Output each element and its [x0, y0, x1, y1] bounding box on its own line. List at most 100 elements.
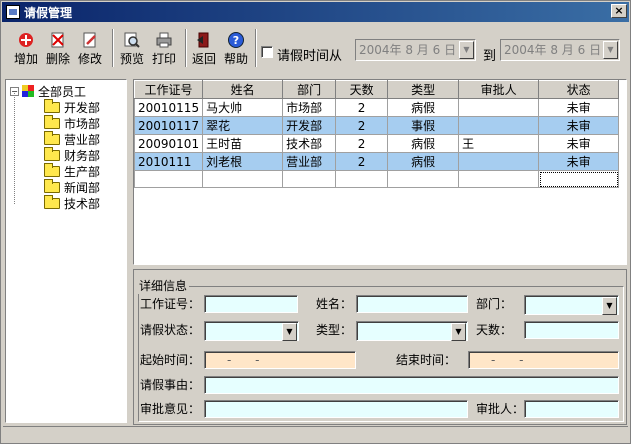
help-button[interactable]: ? 帮助: [221, 29, 251, 69]
tree-item-dev[interactable]: 开发部: [44, 98, 100, 115]
leave-time-filter-checkbox[interactable]: [261, 46, 273, 58]
tree-item-news[interactable]: 新闻部: [44, 178, 100, 195]
table-cell[interactable]: 病假: [387, 152, 460, 171]
table-cell[interactable]: 马大帅: [202, 98, 284, 117]
opinion-field[interactable]: [204, 400, 468, 418]
department-tree[interactable]: − 全部员工 开发部 市场部 营业部 财务部 生产部 新闻部 技术部: [5, 79, 127, 423]
table-row[interactable]: 20010117 翠花 开发部 2 事假 未审: [134, 116, 620, 135]
table-cell[interactable]: 技术部: [282, 134, 337, 153]
table-cell[interactable]: 2010111: [134, 152, 204, 171]
table-cell[interactable]: [387, 170, 460, 188]
tree-item-market[interactable]: 市场部: [44, 114, 101, 131]
table-cell[interactable]: [458, 116, 540, 135]
table-cell[interactable]: 开发部: [282, 116, 337, 135]
edit-button[interactable]: 修改: [75, 29, 105, 69]
table-cell[interactable]: [134, 170, 204, 188]
window-title: 请假管理: [24, 5, 73, 20]
table-cell[interactable]: 病假: [387, 134, 460, 153]
chevron-down-icon[interactable]: ▼: [459, 41, 474, 59]
tree-item-tech[interactable]: 技术部: [44, 194, 100, 211]
delete-icon: [51, 32, 64, 48]
preview-button[interactable]: 预览: [117, 29, 147, 69]
table-cell[interactable]: 20090101: [134, 134, 204, 153]
column-header[interactable]: 工作证号: [134, 80, 204, 99]
date-to-picker[interactable]: 2004年 8 月 6 日 ▼: [500, 39, 620, 61]
id-label: 工作证号：: [140, 297, 201, 311]
toolbar: 增加 删除 修改 预览 打印 返回 ? 帮助 请假时间从 2004年 8 月 6…: [5, 25, 627, 71]
tree-item-sales[interactable]: 营业部: [44, 130, 100, 147]
table-cell[interactable]: 未审: [538, 98, 620, 117]
table-cell[interactable]: 事假: [387, 116, 460, 135]
chevron-down-icon[interactable]: ▼: [451, 323, 466, 341]
table-cell[interactable]: 2: [335, 134, 389, 153]
print-button[interactable]: 打印: [149, 29, 179, 69]
chevron-down-icon[interactable]: ▼: [602, 297, 617, 315]
start-time-field[interactable]: - -: [204, 351, 356, 369]
folder-icon: [44, 114, 60, 129]
end-time-field[interactable]: - -: [468, 351, 619, 369]
type-select[interactable]: ▼: [356, 321, 468, 341]
print-label: 打印: [151, 52, 176, 66]
add-button[interactable]: 增加: [11, 29, 41, 69]
dept-select[interactable]: ▼: [524, 295, 619, 315]
table-row[interactable]: 2010111 刘老根 营业部 2 病假 未审: [134, 152, 620, 171]
column-header[interactable]: 类型: [387, 80, 460, 99]
column-header[interactable]: 天数: [335, 80, 389, 99]
table-cell[interactable]: 未审: [538, 152, 620, 171]
days-field[interactable]: [524, 321, 619, 339]
table-cell[interactable]: 20010115: [134, 98, 204, 117]
table-cell[interactable]: 2: [335, 116, 389, 135]
back-button[interactable]: 返回: [189, 29, 219, 69]
approver-label: 审批人：: [476, 402, 525, 416]
table-cell[interactable]: 病假: [387, 98, 460, 117]
tree-item-finance[interactable]: 财务部: [44, 146, 100, 163]
table-cell[interactable]: [458, 152, 540, 171]
table-cell[interactable]: [458, 170, 540, 188]
date-from-picker[interactable]: 2004年 8 月 6 日 ▼: [355, 39, 476, 61]
table-cell[interactable]: [335, 170, 389, 188]
close-button[interactable]: ×: [611, 4, 627, 18]
table-row[interactable]: 20010115 马大帅 市场部 2 病假 未审: [134, 98, 620, 117]
table-cell[interactable]: 未审: [538, 134, 620, 153]
table-cell[interactable]: 未审: [538, 116, 620, 135]
table-cell[interactable]: 市场部: [282, 98, 337, 117]
table-cell[interactable]: [458, 98, 540, 117]
folder-icon: [44, 146, 60, 161]
status-select[interactable]: ▼: [204, 321, 299, 341]
table-cell[interactable]: 2: [335, 98, 389, 117]
id-field[interactable]: [204, 295, 298, 313]
table-cell[interactable]: 王: [458, 134, 540, 153]
column-header[interactable]: 状态: [538, 80, 620, 99]
table-row-new[interactable]: [134, 170, 620, 188]
column-header[interactable]: 部门: [282, 80, 337, 99]
reason-label: 请假事由：: [140, 378, 201, 392]
approver-field[interactable]: [524, 400, 619, 418]
table-cell[interactable]: 营业部: [282, 152, 337, 171]
table-cell[interactable]: 20010117: [134, 116, 204, 135]
chevron-down-icon[interactable]: ▼: [282, 323, 297, 341]
reason-field[interactable]: [204, 376, 619, 394]
leave-records-grid[interactable]: 工作证号 姓名 部门 天数 类型 审批人 状态 20010115 马大帅 市场部…: [133, 79, 627, 265]
tree-item-production[interactable]: 生产部: [44, 162, 100, 179]
column-header[interactable]: 审批人: [458, 80, 540, 99]
column-header[interactable]: 姓名: [202, 80, 284, 99]
back-label: 返回: [191, 52, 216, 66]
table-cell[interactable]: 王时苗: [202, 134, 284, 153]
tree-item-label: 市场部: [64, 116, 101, 131]
edit-label: 修改: [77, 52, 102, 66]
table-cell[interactable]: [282, 170, 337, 188]
tree-line: [14, 93, 15, 204]
name-field[interactable]: [356, 295, 468, 313]
table-cell-focused[interactable]: [538, 170, 620, 188]
folder-icon: [44, 194, 60, 209]
delete-button[interactable]: 删除: [43, 29, 73, 69]
table-cell[interactable]: 翠花: [202, 116, 284, 135]
tree-root[interactable]: − 全部员工: [10, 83, 86, 99]
table-cell[interactable]: 2: [335, 152, 389, 171]
table-cell[interactable]: [202, 170, 284, 188]
table-cell[interactable]: 刘老根: [202, 152, 284, 171]
all-employees-icon: [22, 85, 34, 97]
table-row[interactable]: 20090101 王时苗 技术部 2 病假 王 未审: [134, 134, 620, 153]
status-label: 请假状态：: [140, 323, 201, 337]
chevron-down-icon[interactable]: ▼: [603, 41, 618, 59]
